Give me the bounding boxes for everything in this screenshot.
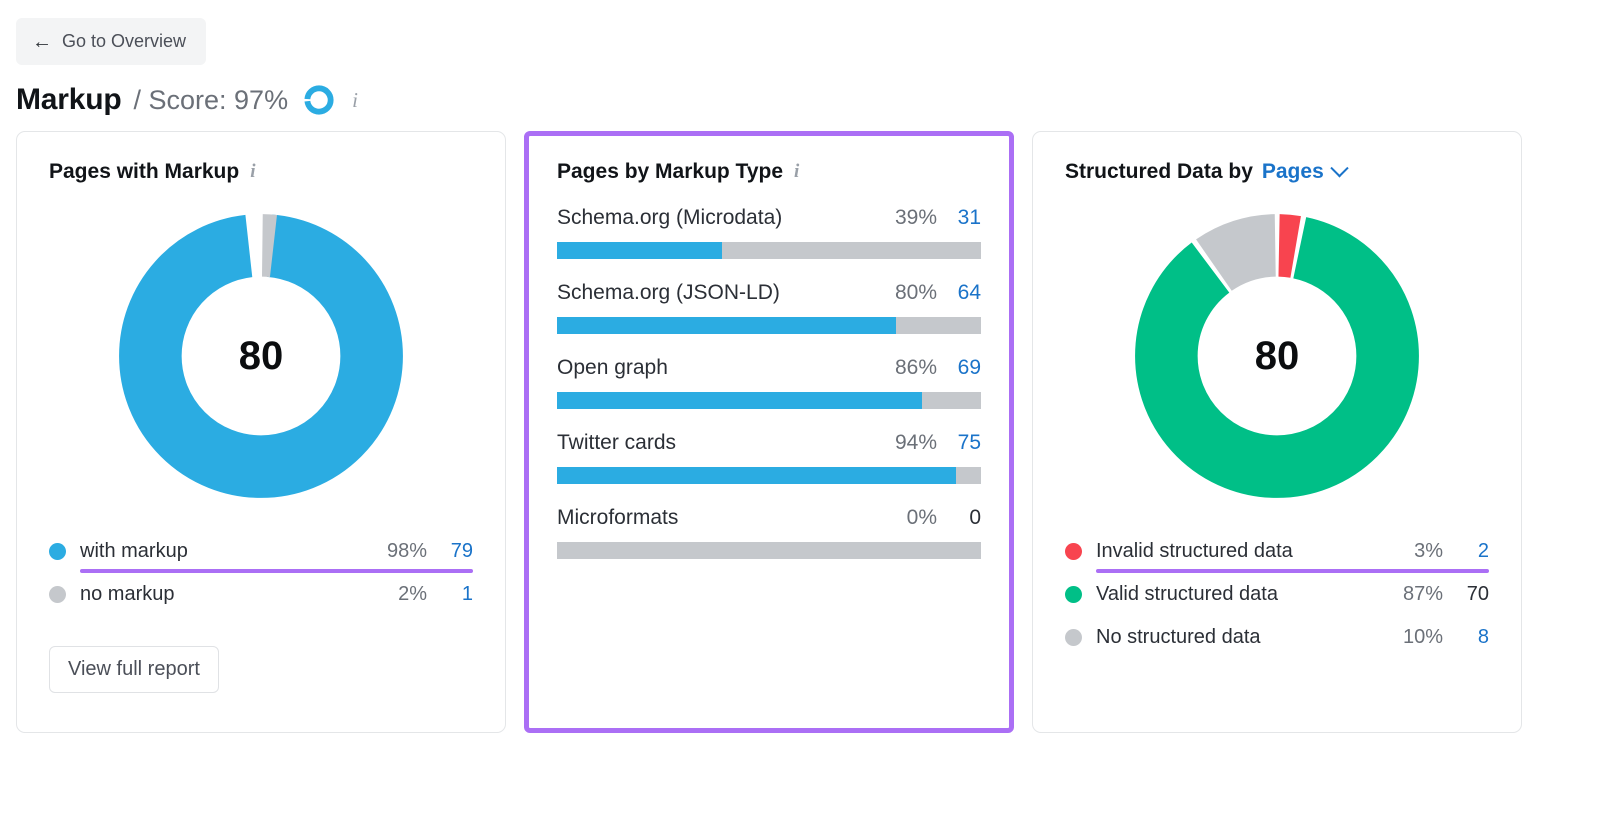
legend-item-invalid-structured-data[interactable]: Invalid structured data 3% 2 <box>1065 530 1489 573</box>
legend-percent: 87% <box>1377 583 1443 606</box>
bar-percent: 86% <box>867 356 937 380</box>
card-title-pages-by-markup-type: Pages by Markup Type i <box>557 160 981 184</box>
go-to-overview-button[interactable]: ← Go to Overview <box>16 18 206 65</box>
bar-fill <box>557 242 722 259</box>
bar-item-open-graph[interactable]: Open graph 86% 69 <box>557 356 981 409</box>
donut-center-value: 80 <box>1131 210 1423 502</box>
legend-item-with-markup[interactable]: with markup 98% 79 <box>49 530 473 573</box>
legend-color-dot <box>1065 629 1082 646</box>
bar-item-schema-jsonld[interactable]: Schema.org (JSON-LD) 80% 64 <box>557 281 981 334</box>
bar-header: Microformats 0% 0 <box>557 506 981 530</box>
info-icon[interactable]: i <box>250 161 255 183</box>
top-bar: ← Go to Overview <box>0 0 1600 65</box>
score-ring-icon <box>304 85 334 115</box>
bar-percent: 94% <box>867 431 937 455</box>
bar-percent: 39% <box>867 206 937 230</box>
legend-count[interactable]: 79 <box>427 540 473 563</box>
arrow-left-icon: ← <box>32 32 52 52</box>
bar-track <box>557 467 981 484</box>
card-title-text: Pages by Markup Type <box>557 160 783 184</box>
legend-count[interactable]: 1 <box>427 583 473 606</box>
legend-percent: 10% <box>1377 626 1443 649</box>
bar-count[interactable]: 75 <box>937 431 981 455</box>
legend-item-no-markup[interactable]: no markup 2% 1 <box>49 573 473 616</box>
bar-track <box>557 317 981 334</box>
bar-fill <box>557 317 896 334</box>
card-title-text: Pages with Markup <box>49 160 239 184</box>
bar-header: Open graph 86% 69 <box>557 356 981 380</box>
card-structured-data: Structured Data by Pages 80 Invalid <box>1032 131 1522 733</box>
donut-chart-pages-with-markup: 80 <box>115 210 407 502</box>
legend-label: Valid structured data <box>1096 583 1377 606</box>
bar-track <box>557 392 981 409</box>
card-title-text: Structured Data by <box>1065 160 1253 184</box>
bar-label: Open graph <box>557 356 867 380</box>
bar-item-schema-microdata[interactable]: Schema.org (Microdata) 39% 31 <box>557 206 981 259</box>
legend-structured-data: Invalid structured data 3% 2 Valid struc… <box>1065 530 1489 659</box>
chevron-down-icon[interactable] <box>1330 159 1348 177</box>
bar-label: Twitter cards <box>557 431 867 455</box>
page-title-row: Markup / Score: 97% i <box>0 65 1600 117</box>
legend-percent: 3% <box>1377 540 1443 563</box>
bar-item-twitter-cards[interactable]: Twitter cards 94% 75 <box>557 431 981 484</box>
legend-color-dot <box>49 586 66 603</box>
bar-count: 0 <box>937 506 981 530</box>
legend-percent: 2% <box>361 583 427 606</box>
bar-count[interactable]: 69 <box>937 356 981 380</box>
bar-header: Schema.org (Microdata) 39% 31 <box>557 206 981 230</box>
cards-row: Pages with Markup i 80 with markup 98% 7… <box>0 117 1600 733</box>
bar-count[interactable]: 64 <box>937 281 981 305</box>
donut-wrap-pages-with-markup: 80 <box>49 210 473 502</box>
donut-center-value: 80 <box>115 210 407 502</box>
legend-label: with markup <box>80 540 361 563</box>
legend-label: no markup <box>80 583 361 606</box>
structured-data-dimension-link[interactable]: Pages <box>1262 160 1324 184</box>
legend-label: No structured data <box>1096 626 1377 649</box>
bar-percent: 0% <box>867 506 937 530</box>
bar-track <box>557 542 981 559</box>
legend-item-valid-structured-data[interactable]: Valid structured data 87% 70 <box>1065 573 1489 616</box>
card-title-structured-data: Structured Data by Pages <box>1065 160 1489 184</box>
legend-pages-with-markup: with markup 98% 79 no markup 2% 1 <box>49 530 473 616</box>
legend-color-dot <box>1065 586 1082 603</box>
view-full-report-button[interactable]: View full report <box>49 646 219 693</box>
legend-percent: 98% <box>361 540 427 563</box>
bar-label: Schema.org (Microdata) <box>557 206 867 230</box>
bar-track <box>557 242 981 259</box>
card-title-pages-with-markup: Pages with Markup i <box>49 160 473 184</box>
donut-chart-structured-data: 80 <box>1131 210 1423 502</box>
donut-wrap-structured-data: 80 <box>1065 210 1489 502</box>
info-icon[interactable]: i <box>794 161 799 183</box>
bar-fill <box>557 392 922 409</box>
page-title: Markup <box>16 83 122 117</box>
bar-label: Microformats <box>557 506 867 530</box>
bar-count[interactable]: 31 <box>937 206 981 230</box>
bar-label: Schema.org (JSON-LD) <box>557 281 867 305</box>
legend-item-no-structured-data[interactable]: No structured data 10% 8 <box>1065 616 1489 659</box>
bar-header: Schema.org (JSON-LD) 80% 64 <box>557 281 981 305</box>
info-icon[interactable]: i <box>352 88 358 113</box>
bar-list-markup-types: Schema.org (Microdata) 39% 31 Schema.org… <box>557 206 981 559</box>
legend-count: 70 <box>1443 583 1489 606</box>
legend-count[interactable]: 8 <box>1443 626 1489 649</box>
card-pages-by-markup-type: Pages by Markup Type i Schema.org (Micro… <box>524 131 1014 733</box>
bar-percent: 80% <box>867 281 937 305</box>
page-score-label: / Score: 97% <box>134 85 289 116</box>
legend-color-dot <box>49 543 66 560</box>
bar-item-microformats[interactable]: Microformats 0% 0 <box>557 506 981 559</box>
legend-color-dot <box>1065 543 1082 560</box>
bar-fill <box>557 467 956 484</box>
go-to-overview-label: Go to Overview <box>62 31 186 52</box>
legend-label: Invalid structured data <box>1096 540 1377 563</box>
bar-header: Twitter cards 94% 75 <box>557 431 981 455</box>
card-pages-with-markup: Pages with Markup i 80 with markup 98% 7… <box>16 131 506 733</box>
legend-count[interactable]: 2 <box>1443 540 1489 563</box>
